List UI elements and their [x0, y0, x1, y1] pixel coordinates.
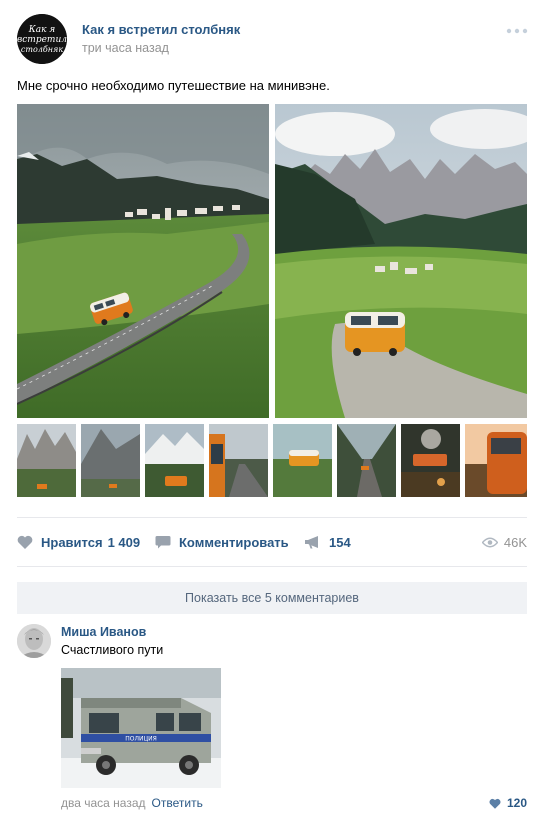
divider: [17, 566, 527, 567]
thumbnail-5[interactable]: [273, 424, 332, 497]
more-icon[interactable]: [506, 27, 528, 35]
svg-text:Как я: Как я: [28, 25, 56, 35]
thumbnail-7[interactable]: [401, 424, 460, 497]
comment-button[interactable]: Комментировать: [155, 532, 289, 552]
megaphone-icon: [305, 536, 318, 549]
thumbnail-2[interactable]: [81, 424, 140, 497]
post-text: Мне срочно необходимо путешествие на мин…: [17, 78, 330, 93]
group-name-link[interactable]: Как я встретил столбняк: [82, 22, 240, 37]
thumbnail-6[interactable]: [337, 424, 396, 497]
mountain-village-image: [275, 104, 527, 418]
comment-author-avatar[interactable]: [17, 624, 51, 658]
avatar: [17, 624, 51, 658]
group-avatar[interactable]: Как я встретил столбняк: [17, 14, 67, 64]
svg-text:столбняк: столбняк: [21, 45, 63, 54]
post-actions: Нравится 1 409 Комментировать 154 46K: [17, 528, 527, 556]
comment-meta: два часа назад Ответить: [61, 796, 203, 810]
like-label: Нравится: [41, 534, 103, 550]
police-van-image: ПОЛИЦИЯ: [61, 668, 221, 788]
comment-photo[interactable]: ПОЛИЦИЯ: [61, 668, 221, 788]
post-photo-2[interactable]: [275, 104, 527, 418]
show-all-comments-button[interactable]: Показать все 5 комментариев: [17, 582, 527, 614]
photo-thumbnails: [17, 424, 527, 497]
reply-button[interactable]: Ответить: [152, 796, 203, 810]
comment-like-count: 120: [506, 796, 527, 810]
views-counter: 46K: [481, 532, 527, 552]
thumbnail-3[interactable]: [145, 424, 204, 497]
divider: [17, 517, 527, 518]
comment-like-button[interactable]: 120: [489, 796, 527, 810]
group-logo: Как я встретил столбняк: [17, 14, 67, 64]
police-badge-text: ПОЛИЦИЯ: [125, 736, 157, 743]
comment-icon: [155, 536, 171, 549]
like-button[interactable]: Нравится 1 409: [17, 532, 140, 552]
comment-author-name[interactable]: Миша Иванов: [61, 625, 146, 639]
thumbnail-4[interactable]: [209, 424, 268, 497]
views-count: 46K: [503, 534, 527, 550]
comment-label: Комментировать: [179, 534, 289, 550]
comment-time[interactable]: два часа назад: [61, 796, 146, 810]
heart-icon: [489, 798, 501, 809]
share-count: 154: [329, 534, 351, 550]
eye-icon: [481, 537, 498, 547]
thumbnail-8[interactable]: [465, 424, 527, 497]
like-count: 1 409: [107, 534, 141, 550]
heart-icon: [17, 535, 33, 549]
post-header: Как я встретил столбняк Как я встретил с…: [17, 14, 530, 64]
comment-text: Счастливого пути: [61, 643, 164, 657]
post-photo-1[interactable]: [17, 104, 269, 418]
svg-text:встретил: встретил: [17, 35, 67, 45]
post-time[interactable]: три часа назад: [82, 41, 169, 55]
road-valley-image: [17, 104, 269, 418]
share-button[interactable]: 154: [304, 532, 351, 552]
thumbnail-1[interactable]: [17, 424, 76, 497]
